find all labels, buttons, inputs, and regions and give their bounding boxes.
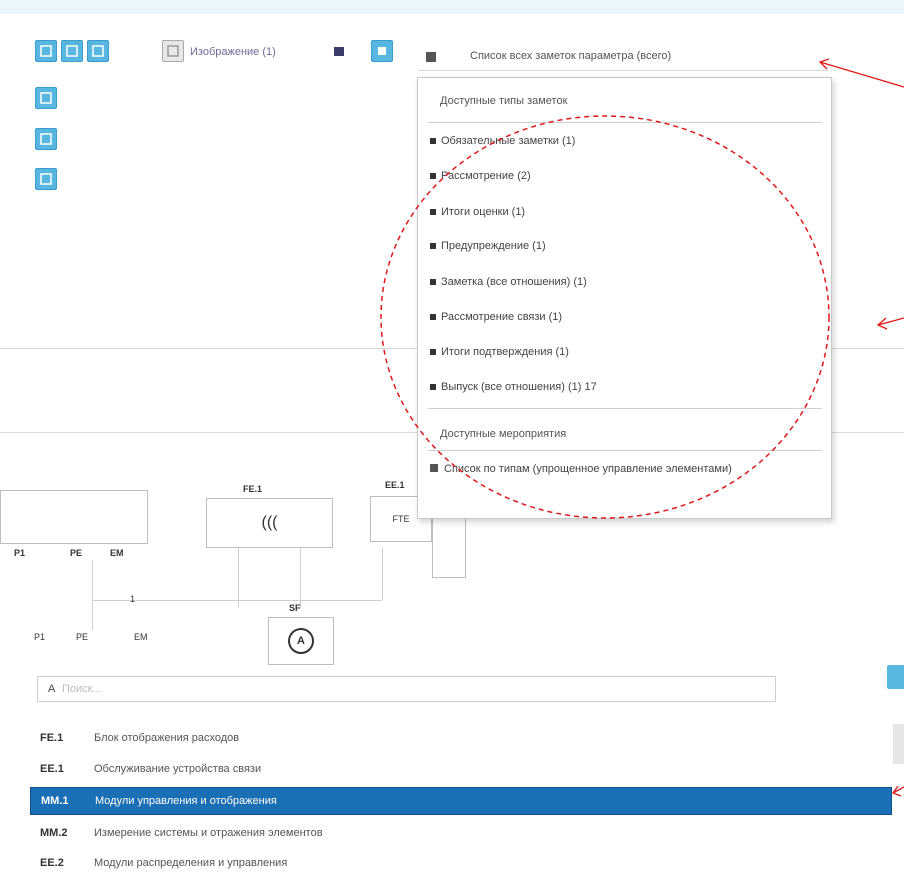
annotation-dashed-circle: [380, 115, 830, 519]
annotation-overlay: [380, 58, 904, 797]
annotation-arrow-1: [819, 61, 904, 88]
